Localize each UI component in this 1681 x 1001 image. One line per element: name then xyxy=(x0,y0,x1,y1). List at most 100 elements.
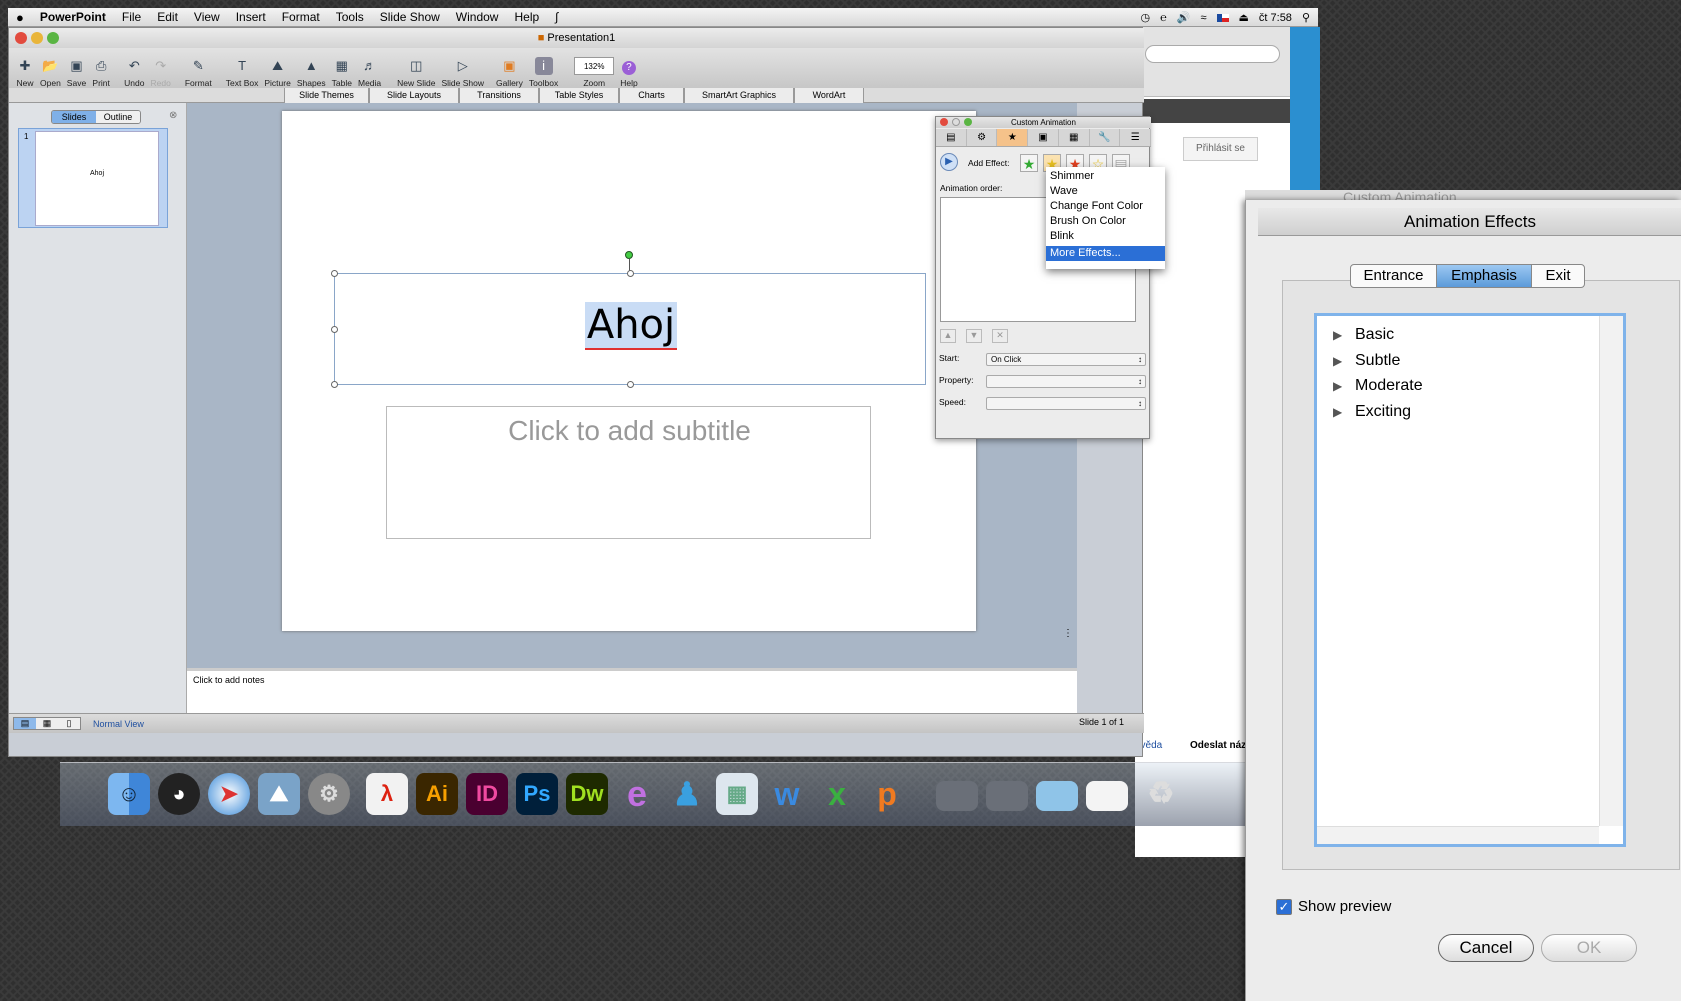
tab-entrance[interactable]: Entrance xyxy=(1351,265,1437,287)
slide-thumbnail[interactable]: 1 Ahoj xyxy=(18,128,168,228)
zoom-control[interactable]: 132% Zoom xyxy=(571,48,617,88)
tab-slide-themes[interactable]: Slide Themes xyxy=(284,88,369,103)
login-button[interactable]: Přihlásit se xyxy=(1183,137,1258,161)
entrance-effect-star-icon[interactable]: ★ xyxy=(1020,154,1038,172)
dock-trash-icon[interactable]: ♻ xyxy=(1140,773,1182,815)
dock-indesign-icon[interactable]: ID xyxy=(466,773,508,815)
tab-slide-layouts[interactable]: Slide Layouts xyxy=(369,88,459,103)
tab-slides[interactable]: Slides xyxy=(52,111,96,123)
resize-handle[interactable] xyxy=(627,381,634,388)
dock-iphoto-icon[interactable]: ⛰ xyxy=(258,773,300,815)
wifi-icon[interactable]: ≈ xyxy=(1200,12,1206,24)
move-down-icon[interactable]: ▼ xyxy=(966,329,982,343)
palette-close-button[interactable] xyxy=(940,118,948,126)
dock-photoshop-icon[interactable]: Ps xyxy=(516,773,558,815)
split-view-handle-icon[interactable]: ⋮ xyxy=(1063,628,1073,639)
slide-show-view-icon[interactable]: ▯ xyxy=(58,718,80,729)
time-machine-icon[interactable]: ◷ xyxy=(1141,11,1151,24)
table-button[interactable]: ▦ Table xyxy=(329,48,355,88)
vertical-scrollbar[interactable] xyxy=(1599,316,1623,826)
show-preview-checkbox[interactable]: ✓ Show preview xyxy=(1276,898,1391,915)
slide-show-button[interactable]: ▷ Slide Show xyxy=(438,48,487,88)
palette-zoom-button[interactable] xyxy=(964,118,972,126)
dock-system-preferences-icon[interactable]: ⚙ xyxy=(308,773,350,815)
scrapbook-icon[interactable]: ▣ xyxy=(1028,129,1059,146)
tab-charts[interactable]: Charts xyxy=(619,88,684,103)
speed-select[interactable] xyxy=(986,397,1146,410)
menu-item-wave[interactable]: Wave xyxy=(1046,184,1165,199)
media-button[interactable]: ♬ Media xyxy=(355,48,384,88)
dock-excel-icon[interactable]: x xyxy=(816,773,858,815)
compatibility-icon[interactable]: 🔧 xyxy=(1090,129,1121,146)
help-button[interactable]: ? Help xyxy=(617,48,640,88)
menu-slide-show[interactable]: Slide Show xyxy=(372,10,448,24)
menu-tools[interactable]: Tools xyxy=(328,10,372,24)
menu-item-shimmer[interactable]: Shimmer xyxy=(1046,169,1165,184)
property-select[interactable] xyxy=(986,375,1146,388)
script-menu-icon[interactable]: ∫ xyxy=(547,10,566,24)
formatting-palette-icon[interactable]: ▤ xyxy=(936,129,967,146)
menu-file[interactable]: File xyxy=(114,10,149,24)
object-palette-icon[interactable]: ⚙ xyxy=(967,129,998,146)
tree-item-exciting[interactable]: ▶ Exciting xyxy=(1333,403,1411,421)
menu-item-change-font-color[interactable]: Change Font Color xyxy=(1046,199,1165,214)
play-preview-button[interactable]: ▶ xyxy=(940,153,958,171)
picture-button[interactable]: ⛰ Picture xyxy=(261,48,293,88)
palette-minimize-button[interactable] xyxy=(952,118,960,126)
toolbox-button[interactable]: i Toolbox xyxy=(526,48,561,88)
cancel-button[interactable]: Cancel xyxy=(1438,934,1534,962)
dock-powerpoint-icon[interactable]: p xyxy=(866,773,908,815)
dock-entourage-icon[interactable]: e xyxy=(616,773,658,815)
menu-insert[interactable]: Insert xyxy=(228,10,274,24)
text-box-button[interactable]: T Text Box xyxy=(223,48,262,88)
reference-tools-icon[interactable]: ▦ xyxy=(1059,129,1090,146)
new-slide-button[interactable]: ◫ New Slide xyxy=(394,48,438,88)
new-button[interactable]: ✚ New xyxy=(13,48,37,88)
print-button[interactable]: ⎙ Print xyxy=(89,48,113,88)
minimize-button[interactable] xyxy=(31,32,43,44)
gallery-button[interactable]: ▣ Gallery xyxy=(493,48,526,88)
remove-effect-icon[interactable]: ✕ xyxy=(992,329,1008,343)
menu-help[interactable]: Help xyxy=(506,10,547,24)
start-select[interactable]: On Click xyxy=(986,353,1146,366)
redo-button[interactable]: ↷ Redo xyxy=(148,48,174,88)
app-menu[interactable]: PowerPoint xyxy=(32,10,114,24)
normal-view-icon[interactable]: ▤ xyxy=(14,718,36,729)
disclosure-triangle-icon[interactable]: ▶ xyxy=(1333,328,1355,342)
resize-handle[interactable] xyxy=(331,270,338,277)
project-palette-icon[interactable]: ☰ xyxy=(1120,129,1152,146)
undo-button[interactable]: ↶ Undo xyxy=(121,48,147,88)
menu-item-brush-on-color[interactable]: Brush On Color xyxy=(1046,214,1165,229)
horizontal-scrollbar[interactable] xyxy=(1317,826,1599,844)
tab-outline[interactable]: Outline xyxy=(96,111,140,123)
resize-handle[interactable] xyxy=(627,270,634,277)
menu-view[interactable]: View xyxy=(186,10,228,24)
dock-project-gallery-icon[interactable]: ▦ xyxy=(716,773,758,815)
format-button[interactable]: ✎ Format xyxy=(182,48,215,88)
menu-item-blink[interactable]: Blink xyxy=(1046,229,1165,244)
slide-sorter-icon[interactable]: ▦ xyxy=(36,718,58,729)
effects-tree[interactable]: ▶ Basic ▶ Subtle ▶ Moderate ▶ Exciting xyxy=(1314,313,1626,847)
tree-item-basic[interactable]: ▶ Basic xyxy=(1333,326,1394,344)
dock-messenger-icon[interactable]: ♟ xyxy=(666,773,708,815)
notes-pane[interactable]: Click to add notes xyxy=(187,668,1077,713)
dock-documents-folder-icon[interactable] xyxy=(986,781,1028,811)
spotlight-icon[interactable]: ⚲ xyxy=(1302,11,1310,24)
selected-title-text[interactable]: Ahoj xyxy=(584,302,678,350)
zoom-button[interactable] xyxy=(47,32,59,44)
shapes-button[interactable]: ▲ Shapes xyxy=(294,48,329,88)
bluetooth-icon[interactable]: ℮ xyxy=(1160,12,1167,24)
menu-edit[interactable]: Edit xyxy=(149,10,186,24)
input-flag-icon[interactable] xyxy=(1216,13,1229,22)
tab-exit[interactable]: Exit xyxy=(1532,265,1584,287)
save-button[interactable]: ▣ Save xyxy=(64,48,89,88)
tree-item-subtle[interactable]: ▶ Subtle xyxy=(1333,352,1400,370)
move-up-icon[interactable]: ▲ xyxy=(940,329,956,343)
dock-preview-icon[interactable] xyxy=(1086,781,1128,811)
resize-handle[interactable] xyxy=(331,381,338,388)
tree-item-moderate[interactable]: ▶ Moderate xyxy=(1333,377,1423,395)
tab-wordart[interactable]: WordArt xyxy=(794,88,864,103)
tab-emphasis[interactable]: Emphasis xyxy=(1437,265,1532,287)
dock-acrobat-icon[interactable]: λ xyxy=(366,773,408,815)
menu-item-more-effects[interactable]: More Effects... xyxy=(1046,246,1165,261)
